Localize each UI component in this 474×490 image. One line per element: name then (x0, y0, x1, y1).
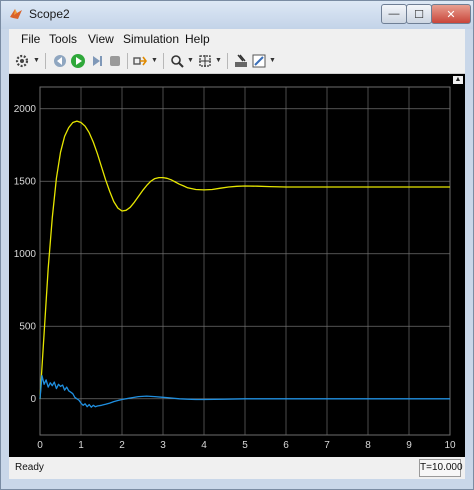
gear-icon (15, 54, 29, 68)
style-button[interactable] (250, 52, 268, 70)
autoscale-icon (199, 55, 211, 67)
highlight-dropdown-icon[interactable]: ▼ (151, 57, 158, 64)
x-tick-label: 3 (160, 440, 166, 451)
scope-chart: 0 1 2 3 4 5 6 7 8 9 10 0 500 1000 1500 2000 (14, 86, 456, 451)
y-tick-label: 500 (19, 321, 36, 332)
x-tick-label: 7 (324, 440, 330, 451)
menu-simulation[interactable]: Simulation (123, 32, 179, 46)
toolbar-separator (227, 53, 228, 69)
run-button[interactable] (69, 52, 87, 70)
x-tick-label: 2 (119, 440, 125, 451)
close-button[interactable]: ✕ (431, 4, 471, 24)
y-tick-label: 2000 (14, 104, 37, 115)
window-title: Scope2 (29, 7, 70, 21)
menu-file[interactable]: File (21, 32, 40, 46)
y-tick-label: 0 (30, 394, 36, 405)
settings-button[interactable] (13, 52, 31, 70)
zoom-icon (171, 55, 184, 68)
simulation-time: T=10.000 (419, 459, 463, 477)
step-back-icon (54, 55, 66, 67)
y-tick-label: 1000 (14, 249, 37, 260)
status-ready: Ready (15, 462, 44, 473)
plot-area[interactable]: ▲ 0 1 2 3 4 5 6 7 8 9 10 0 500 1000 1500 2000 (9, 74, 465, 457)
title-bar[interactable]: Scope2 — ☐ ✕ (1, 1, 473, 29)
menu-help[interactable]: Help (185, 32, 210, 46)
maximize-icon: ☐ (414, 8, 424, 21)
menu-view[interactable]: View (88, 32, 114, 46)
x-tick-label: 10 (444, 440, 456, 451)
menu-tools[interactable]: Tools (49, 32, 77, 46)
autoscale-button[interactable] (196, 52, 214, 70)
x-tick-label: 1 (78, 440, 84, 451)
toolbar: ▼ ▼ ▼ ▼ ▼ (9, 49, 465, 74)
step-forward-button[interactable] (88, 52, 106, 70)
settings-dropdown-icon[interactable]: ▼ (33, 57, 40, 64)
style-icon (252, 54, 266, 68)
menu-bar: File Tools View Simulation Help (9, 29, 465, 50)
step-back-button[interactable] (51, 52, 69, 70)
highlight-button[interactable] (132, 52, 150, 70)
autoscale-dropdown-icon[interactable]: ▼ (215, 57, 222, 64)
cursor-measure-button[interactable] (232, 52, 250, 70)
x-tick-label: 4 (201, 440, 207, 451)
toolbar-separator (163, 53, 164, 69)
run-icon (71, 54, 85, 68)
matlab-icon (10, 9, 22, 19)
toolbar-separator (45, 53, 46, 69)
x-tick-label: 9 (406, 440, 412, 451)
step-forward-icon (93, 56, 102, 66)
stop-button[interactable] (106, 52, 124, 70)
y-tick-label: 1500 (14, 176, 37, 187)
scope-window: Scope2 — ☐ ✕ File Tools View Simulation … (0, 0, 474, 490)
x-tick-label: 0 (37, 440, 43, 451)
status-bar: Ready T=10.000 (9, 457, 465, 479)
stop-icon (110, 56, 120, 66)
undock-icon[interactable]: ▲ (453, 76, 463, 84)
zoom-button[interactable] (168, 52, 186, 70)
maximize-button[interactable]: ☐ (406, 4, 432, 24)
zoom-dropdown-icon[interactable]: ▼ (187, 57, 194, 64)
x-tick-label: 5 (242, 440, 248, 451)
minimize-button[interactable]: — (381, 4, 407, 24)
close-icon: ✕ (446, 8, 456, 21)
highlight-icon (133, 56, 147, 66)
x-tick-label: 8 (365, 440, 371, 451)
minimize-icon: — (388, 8, 400, 20)
cursor-icon (235, 54, 247, 67)
toolbar-separator (127, 53, 128, 69)
x-tick-label: 6 (283, 440, 289, 451)
style-dropdown-icon[interactable]: ▼ (269, 57, 276, 64)
